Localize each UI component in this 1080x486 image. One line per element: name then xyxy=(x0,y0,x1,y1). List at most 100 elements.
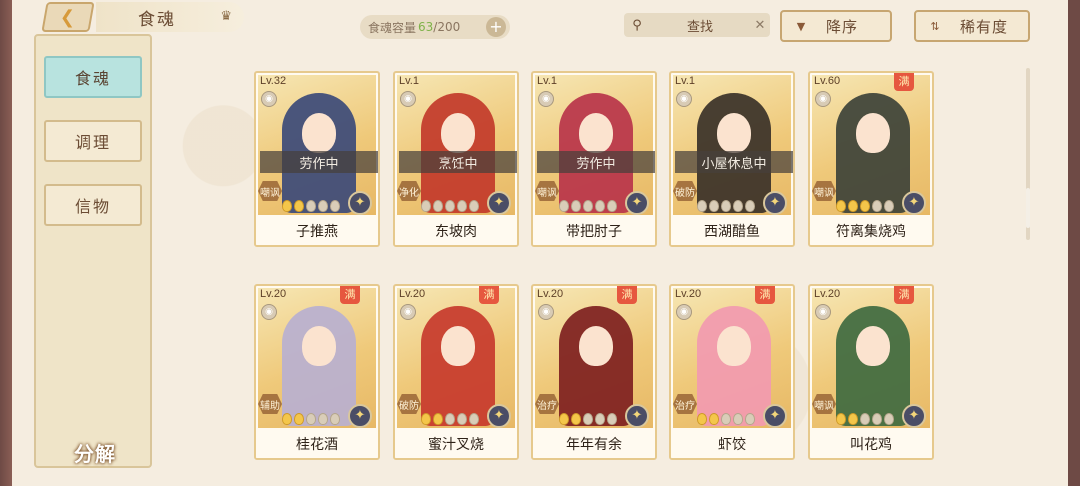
character-figure xyxy=(421,306,495,426)
star-icon xyxy=(433,413,443,425)
soul-card[interactable]: Lv.60 ◉ 满 嘲讽 ✦ 符离集烧鸡 xyxy=(808,71,934,247)
sort-rarity-button[interactable]: ⇅ 稀有度 xyxy=(914,10,1030,42)
eye-icon[interactable]: ◉ xyxy=(261,304,277,320)
sidebar-tab-conditioning[interactable]: 调理 xyxy=(44,120,142,162)
scrollbar[interactable] xyxy=(1026,68,1030,240)
soul-card[interactable]: Lv.20 ◉ 满 破防 ✦ 蜜汁叉烧 xyxy=(393,284,519,460)
add-capacity-button[interactable]: + xyxy=(486,17,506,37)
max-badge: 满 xyxy=(755,286,775,304)
star-icon xyxy=(607,413,617,425)
star-icon xyxy=(282,413,292,425)
eye-icon[interactable]: ◉ xyxy=(538,304,554,320)
scrollbar-thumb[interactable] xyxy=(1026,188,1030,228)
soul-card[interactable]: Lv.20 ◉ 满 治疗 ✦ 虾饺 xyxy=(669,284,795,460)
eye-icon[interactable]: ◉ xyxy=(676,304,692,320)
soul-card[interactable]: Lv.1 ◉ 劳作中 嘲讽 ✦ 带把肘子 xyxy=(531,71,657,247)
crown-icon: ♛ xyxy=(220,9,234,24)
sidebar-tab-tokens[interactable]: 信物 xyxy=(44,184,142,226)
star-icon xyxy=(445,413,455,425)
star-rating xyxy=(836,200,894,212)
character-figure xyxy=(697,306,771,426)
character-face xyxy=(579,113,613,153)
level-label: Lv.20 xyxy=(260,288,287,300)
sidebar-tab-label: 信物 xyxy=(74,197,111,216)
max-badge: 满 xyxy=(479,286,499,304)
eye-icon[interactable]: ◉ xyxy=(815,91,831,107)
back-button[interactable]: ❮ xyxy=(41,2,95,32)
soul-card[interactable]: Lv.20 ◉ 满 治疗 ✦ 年年有余 xyxy=(531,284,657,460)
capacity-current: 63 xyxy=(418,20,434,34)
eye-icon[interactable]: ◉ xyxy=(676,91,692,107)
star-rating xyxy=(836,413,894,425)
page-title: 食魂 ♛ xyxy=(96,2,244,32)
star-icon xyxy=(745,413,755,425)
max-badge: 满 xyxy=(617,286,637,304)
soul-card[interactable]: Lv.32 ◉ 劳作中 嘲讽 ✦ 子推燕 xyxy=(254,71,380,247)
character-face xyxy=(717,113,751,153)
search-label: 查找 xyxy=(686,19,713,35)
eye-icon[interactable]: ◉ xyxy=(261,91,277,107)
star-icon xyxy=(294,413,304,425)
level-label: Lv.20 xyxy=(537,288,564,300)
soul-name: 叫花鸡 xyxy=(810,430,932,458)
soul-card[interactable]: Lv.1 ◉ 小屋休息中 破防 ✦ 西湖醋鱼 xyxy=(669,71,795,247)
star-icon xyxy=(330,413,340,425)
clear-search-icon[interactable]: ✕ xyxy=(750,18,770,33)
sort-order-button[interactable]: ▼ 降序 xyxy=(780,10,892,42)
character-figure xyxy=(836,93,910,213)
character-figure xyxy=(282,306,356,426)
star-icon xyxy=(733,200,743,212)
star-icon xyxy=(433,200,443,212)
character-face xyxy=(302,326,336,366)
star-rating xyxy=(282,200,340,212)
eye-icon[interactable]: ◉ xyxy=(400,91,416,107)
star-icon xyxy=(860,200,870,212)
soul-card[interactable]: Lv.20 ◉ 满 嘲讽 ✦ 叫花鸡 xyxy=(808,284,934,460)
sort-rarity-label: 稀有度 xyxy=(960,17,1009,36)
star-icon xyxy=(318,200,328,212)
star-icon xyxy=(457,413,467,425)
soul-name: 带把肘子 xyxy=(533,217,655,245)
role-badge: 嘲讽 xyxy=(812,394,836,414)
star-icon xyxy=(884,413,894,425)
soul-name: 蜜汁叉烧 xyxy=(395,430,517,458)
rarity-icon: ✦ xyxy=(902,404,926,428)
star-icon xyxy=(457,200,467,212)
eye-icon[interactable]: ◉ xyxy=(538,91,554,107)
rarity-icon: ✦ xyxy=(487,191,511,215)
sidebar-tab-souls[interactable]: 食魂 xyxy=(44,56,142,98)
search-icon: ⚲ xyxy=(632,17,642,33)
role-badge: 治疗 xyxy=(673,394,697,414)
character-face xyxy=(579,326,613,366)
star-icon xyxy=(697,200,707,212)
rarity-icon: ✦ xyxy=(487,404,511,428)
eye-icon[interactable]: ◉ xyxy=(815,304,831,320)
soul-name: 符离集烧鸡 xyxy=(810,217,932,245)
star-icon xyxy=(595,413,605,425)
eye-icon[interactable]: ◉ xyxy=(400,304,416,320)
star-icon xyxy=(733,413,743,425)
max-badge: 满 xyxy=(894,286,914,304)
star-icon xyxy=(721,200,731,212)
star-icon xyxy=(583,413,593,425)
star-icon xyxy=(559,200,569,212)
character-figure xyxy=(559,306,633,426)
decompose-button[interactable]: 分解 xyxy=(58,422,132,482)
star-rating xyxy=(697,413,755,425)
search-field[interactable]: ⚲ 查找 ✕ xyxy=(624,13,770,37)
decompose-label: 分解 xyxy=(74,441,116,466)
sidebar-tab-label: 调理 xyxy=(74,133,111,152)
star-icon xyxy=(571,200,581,212)
star-icon xyxy=(872,413,882,425)
soul-card[interactable]: Lv.20 ◉ 满 辅助 ✦ 桂花酒 xyxy=(254,284,380,460)
star-icon xyxy=(421,200,431,212)
star-rating xyxy=(282,413,340,425)
role-badge: 嘲讽 xyxy=(535,181,559,201)
star-icon xyxy=(330,200,340,212)
character-face xyxy=(302,113,336,153)
star-icon xyxy=(445,200,455,212)
rarity-icon: ✦ xyxy=(763,191,787,215)
rarity-icon: ✦ xyxy=(763,404,787,428)
level-label: Lv.1 xyxy=(675,75,695,87)
soul-card[interactable]: Lv.1 ◉ 烹饪中 净化 ✦ 东坡肉 xyxy=(393,71,519,247)
